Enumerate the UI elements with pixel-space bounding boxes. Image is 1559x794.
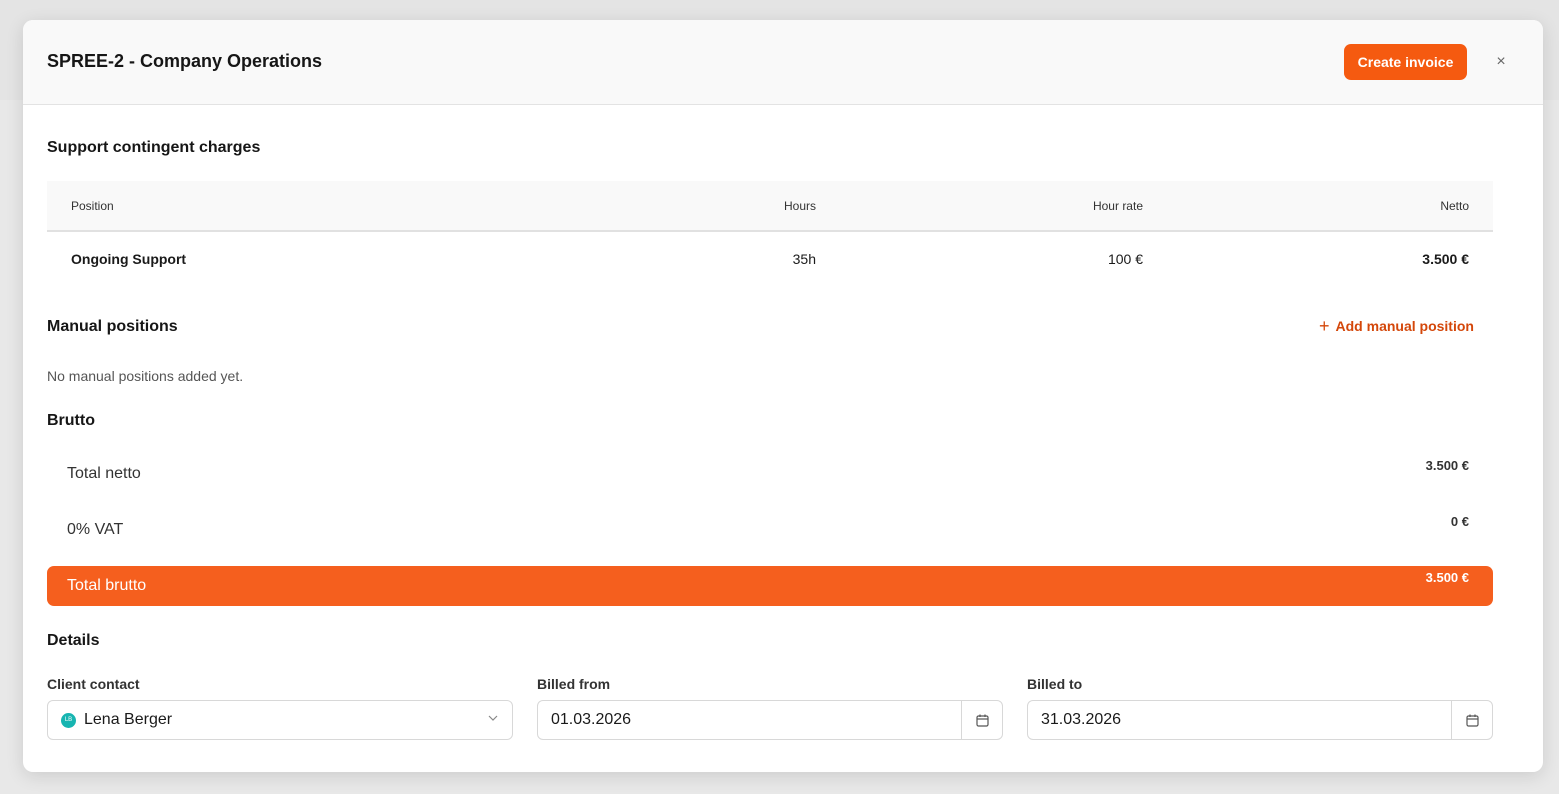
vat-row: 0% VAT 0 € xyxy=(47,510,1493,550)
total-brutto-label: Total brutto xyxy=(67,577,147,594)
total-netto-row: Total netto 3.500 € xyxy=(47,454,1493,494)
client-contact-value: Lena Berger xyxy=(84,711,173,728)
billed-from-field[interactable]: 01.03.2026 xyxy=(537,700,1003,740)
billed-to-value: 31.03.2026 xyxy=(1041,711,1122,728)
row-hours: 35h xyxy=(792,251,816,267)
create-invoice-button[interactable]: Create invoice xyxy=(1344,44,1467,80)
client-contact-select[interactable]: LB Lena Berger xyxy=(47,700,513,740)
billed-to-label: Billed to xyxy=(1027,676,1083,692)
table-header: Position Hours Hour rate Netto xyxy=(47,181,1493,232)
avatar: LB xyxy=(61,712,76,728)
total-netto-value: 3.500 € xyxy=(1425,458,1469,473)
support-section-title: Support contingent charges xyxy=(47,139,261,156)
calendar-icon xyxy=(975,714,989,727)
row-hour-rate: 100 € xyxy=(1107,251,1143,267)
table-row: Ongoing Support 35h 100 € 3.500 € xyxy=(47,232,1493,286)
close-icon: × xyxy=(1496,53,1506,70)
row-position: Ongoing Support xyxy=(71,251,187,267)
vat-label: 0% VAT xyxy=(67,521,124,538)
manual-section-title: Manual positions xyxy=(47,318,178,335)
total-brutto-row: Total brutto 3.500 € xyxy=(47,566,1493,606)
vat-value: 0 € xyxy=(1450,514,1469,529)
invoice-modal: SPREE-2 - Company Operations Create invo… xyxy=(23,20,1543,772)
client-contact-label: Client contact xyxy=(47,676,140,692)
support-table: Position Hours Hour rate Netto Ongoing S… xyxy=(47,181,1493,286)
billed-from-label: Billed from xyxy=(537,676,611,692)
plus-icon: + xyxy=(1319,316,1330,336)
column-header-position: Position xyxy=(71,198,114,213)
billed-from-value: 01.03.2026 xyxy=(551,711,632,728)
column-header-netto: Netto xyxy=(1440,198,1469,213)
column-header-hours: Hours xyxy=(783,198,816,213)
modal-title: SPREE-2 - Company Operations xyxy=(47,51,323,71)
brutto-section-title: Brutto xyxy=(47,412,95,429)
modal-header: SPREE-2 - Company Operations Create invo… xyxy=(23,20,1543,105)
chevron-down-icon xyxy=(488,715,498,721)
column-header-hour-rate: Hour rate xyxy=(1092,198,1143,213)
billed-to-calendar-button[interactable] xyxy=(1451,701,1492,739)
total-netto-label: Total netto xyxy=(67,465,141,482)
total-brutto-value: 3.500 € xyxy=(1425,570,1469,585)
details-section-title: Details xyxy=(47,632,100,649)
row-netto: 3.500 € xyxy=(1422,251,1469,267)
close-button[interactable]: × xyxy=(1489,50,1513,74)
add-manual-position-label: Add manual position xyxy=(1335,318,1474,334)
add-manual-position-button[interactable]: + Add manual position xyxy=(1319,316,1474,336)
calendar-icon xyxy=(1465,714,1479,727)
billed-to-field[interactable]: 31.03.2026 xyxy=(1027,700,1493,740)
billed-from-calendar-button[interactable] xyxy=(961,701,1002,739)
manual-empty-state: No manual positions added yet. xyxy=(47,368,244,384)
